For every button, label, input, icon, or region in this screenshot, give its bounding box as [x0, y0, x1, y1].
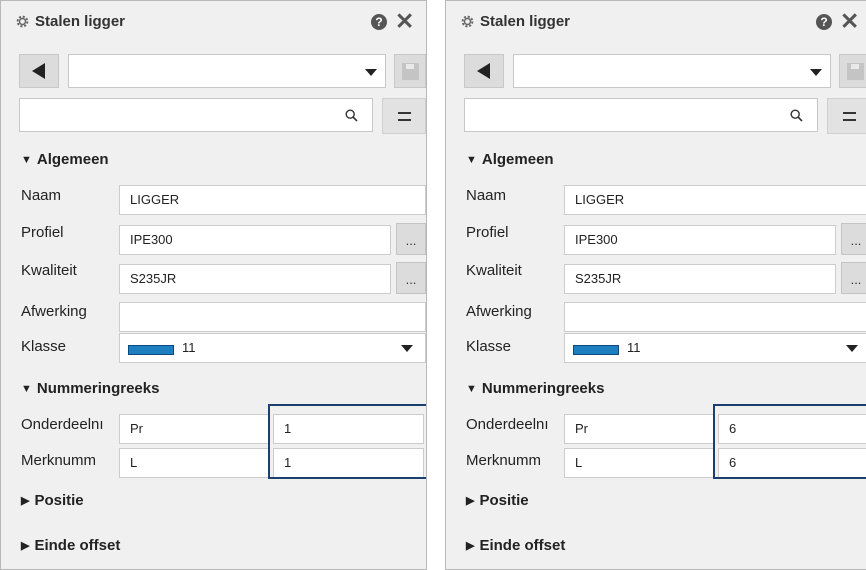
- gear-icon: [461, 15, 474, 28]
- section-positie[interactable]: ▶ Positie: [466, 492, 529, 509]
- section-title: Algemeen: [481, 151, 554, 168]
- kwaliteit-browse-button[interactable]: ...: [396, 262, 426, 294]
- section-title: Einde offset: [479, 537, 566, 554]
- floppy-disk-icon: [847, 63, 864, 80]
- naam-field[interactable]: LIGGER: [564, 185, 866, 215]
- panel-title: Stalen ligger: [480, 13, 571, 30]
- triangle-right-icon: ▶: [466, 540, 475, 552]
- section-einde-offset[interactable]: ▶ Einde offset: [466, 537, 565, 554]
- chevron-down-icon: [810, 69, 822, 76]
- naam-label: Naam: [466, 187, 507, 204]
- panel-title: Stalen ligger: [35, 13, 126, 30]
- back-button[interactable]: [19, 54, 59, 88]
- help-icon[interactable]: ?: [816, 14, 832, 30]
- klasse-value: 11: [182, 340, 196, 355]
- section-title: Einde offset: [34, 537, 121, 554]
- klasse-value: 11: [627, 340, 641, 355]
- triangle-down-icon: ▼: [21, 154, 32, 166]
- search-icon[interactable]: [790, 109, 803, 122]
- profiel-field[interactable]: IPE300: [119, 225, 391, 255]
- gear-icon: [16, 15, 29, 28]
- back-button[interactable]: [464, 54, 504, 88]
- triangle-right-icon: ▶: [21, 540, 30, 552]
- triangle-right-icon: ▶: [466, 495, 475, 507]
- profiel-field[interactable]: IPE300: [564, 225, 836, 255]
- kwaliteit-field[interactable]: S235JR: [119, 264, 391, 294]
- floppy-disk-icon: [402, 63, 419, 80]
- search-icon[interactable]: [345, 109, 358, 122]
- preset-dropdown[interactable]: [513, 54, 831, 88]
- chevron-down-icon: [401, 345, 413, 352]
- save-button[interactable]: [394, 54, 426, 88]
- triangle-down-icon: ▼: [466, 154, 477, 166]
- section-algemeen[interactable]: ▼ Algemeen: [466, 151, 554, 168]
- assembly-numbering-label: Merknumm: [466, 452, 542, 469]
- part-numbering-label: Onderdeelnı: [466, 416, 549, 433]
- panel-titlebar: Stalen ligger ? ✕: [446, 1, 866, 43]
- close-icon[interactable]: ✕: [395, 8, 414, 34]
- chevron-down-icon: [365, 69, 377, 76]
- menu-button[interactable]: [827, 98, 866, 134]
- profiel-browse-button[interactable]: ...: [396, 223, 426, 255]
- assembly-prefix-field[interactable]: L: [564, 448, 714, 478]
- naam-label: Naam: [21, 187, 62, 204]
- naam-field[interactable]: LIGGER: [119, 185, 426, 215]
- klasse-dropdown[interactable]: 11: [119, 333, 426, 363]
- klasse-label: Klasse: [466, 338, 512, 355]
- triangle-down-icon: ▼: [21, 383, 32, 395]
- triangle-down-icon: ▼: [466, 383, 477, 395]
- klasse-dropdown[interactable]: 11: [564, 333, 866, 363]
- section-nummeringreeks[interactable]: ▼ Nummeringreeks: [21, 380, 159, 397]
- section-algemeen[interactable]: ▼ Algemeen: [21, 151, 109, 168]
- kwaliteit-browse-button[interactable]: ...: [841, 262, 866, 294]
- properties-panel-2: Stalen ligger ? ✕ ▼ Algemeen Naam LIGGER …: [445, 0, 866, 570]
- afwerking-field[interactable]: [119, 302, 426, 332]
- highlight-box: [713, 404, 866, 479]
- menu-icon: [843, 112, 856, 114]
- assembly-numbering-label: Merknumm: [21, 452, 97, 469]
- section-einde-offset[interactable]: ▶ Einde offset: [21, 537, 120, 554]
- section-title: Nummeringreeks: [481, 380, 605, 397]
- menu-icon: [398, 112, 411, 114]
- triangle-right-icon: ▶: [21, 495, 30, 507]
- part-prefix-field[interactable]: Pr: [564, 414, 714, 444]
- panel-titlebar: Stalen ligger ? ✕: [1, 1, 426, 43]
- klasse-label: Klasse: [21, 338, 67, 355]
- section-title: Positie: [479, 492, 529, 509]
- search-input[interactable]: [19, 98, 373, 132]
- save-button[interactable]: [839, 54, 866, 88]
- help-icon[interactable]: ?: [371, 14, 387, 30]
- profiel-browse-button[interactable]: ...: [841, 223, 866, 255]
- search-input[interactable]: [464, 98, 818, 132]
- chevron-down-icon: [846, 345, 858, 352]
- arrow-left-icon: [477, 63, 490, 79]
- afwerking-label: Afwerking: [466, 303, 532, 320]
- afwerking-field[interactable]: [564, 302, 866, 332]
- kwaliteit-label: Kwaliteit: [21, 262, 77, 279]
- preset-dropdown[interactable]: [68, 54, 386, 88]
- profiel-label: Profiel: [466, 224, 509, 241]
- section-nummeringreeks[interactable]: ▼ Nummeringreeks: [466, 380, 604, 397]
- menu-button[interactable]: [382, 98, 426, 134]
- highlight-box: [268, 404, 426, 479]
- class-color-swatch: [128, 345, 174, 355]
- section-title: Nummeringreeks: [36, 380, 160, 397]
- class-color-swatch: [573, 345, 619, 355]
- kwaliteit-field[interactable]: S235JR: [564, 264, 836, 294]
- profiel-label: Profiel: [21, 224, 64, 241]
- section-title: Positie: [34, 492, 84, 509]
- part-numbering-label: Onderdeelnı: [21, 416, 104, 433]
- properties-panel-1: Stalen ligger ? ✕ ▼ Algemeen Naam LIGGER …: [0, 0, 427, 570]
- kwaliteit-label: Kwaliteit: [466, 262, 522, 279]
- afwerking-label: Afwerking: [21, 303, 87, 320]
- arrow-left-icon: [32, 63, 45, 79]
- assembly-prefix-field[interactable]: L: [119, 448, 269, 478]
- section-positie[interactable]: ▶ Positie: [21, 492, 84, 509]
- close-icon[interactable]: ✕: [840, 8, 859, 34]
- part-prefix-field[interactable]: Pr: [119, 414, 269, 444]
- section-title: Algemeen: [36, 151, 109, 168]
